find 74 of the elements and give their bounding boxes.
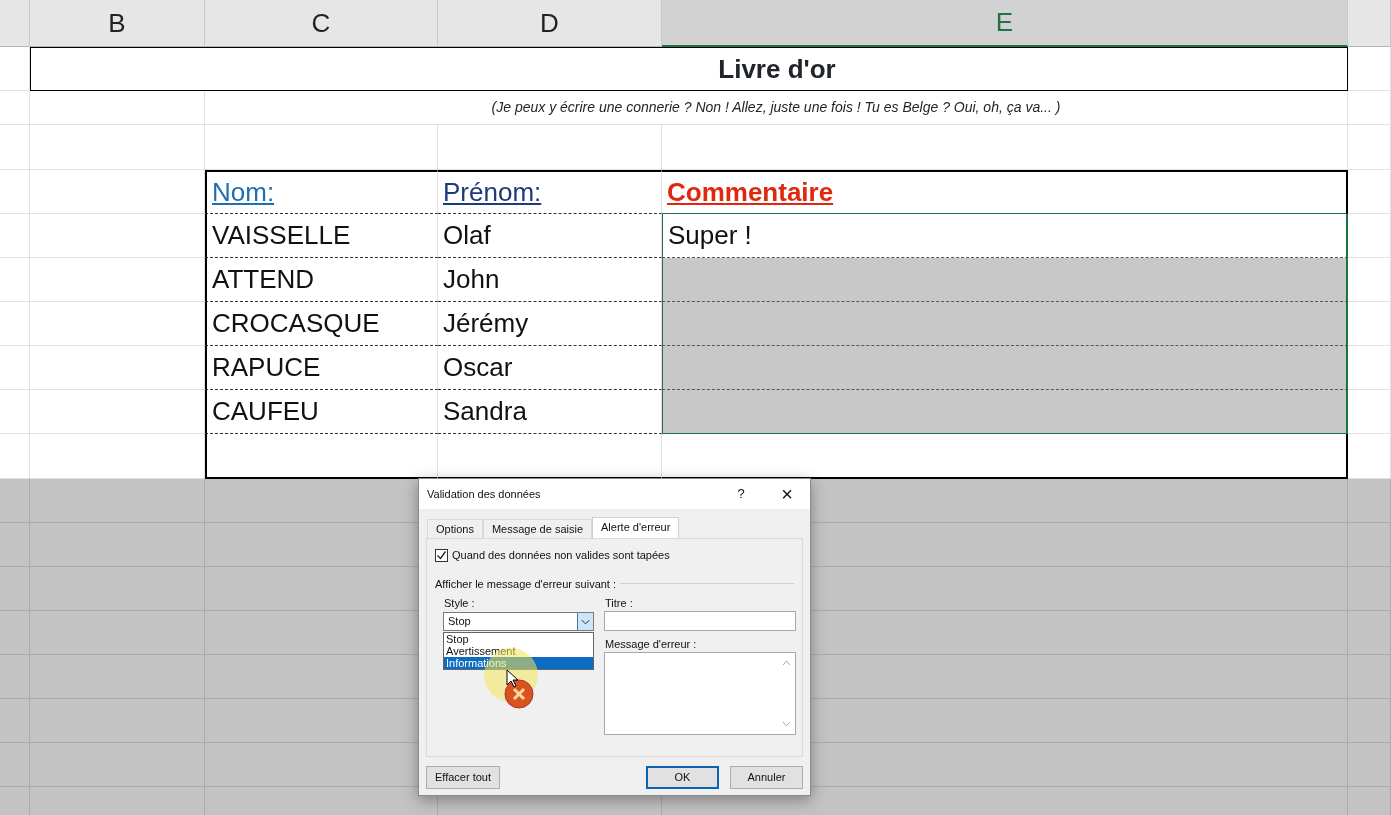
sheet-title: Livre d'or (30, 47, 1348, 91)
table-cell: Olaf (438, 214, 662, 258)
checkbox-label: Quand des données non valides sont tapées (452, 548, 670, 563)
table-cell: CAUFEU (205, 390, 438, 434)
grid-cell (1348, 47, 1391, 91)
scroll-down-icon[interactable] (782, 721, 791, 727)
grid-cell (1348, 390, 1391, 434)
title-label: Titre : (605, 596, 633, 611)
dialog-tab[interactable]: Alerte d'erreur (592, 517, 680, 538)
row-header (0, 214, 30, 258)
grid-cell (1348, 346, 1391, 390)
row-header (0, 390, 30, 434)
column-header[interactable]: D (438, 0, 662, 47)
row-header (0, 125, 30, 170)
dropdown-option[interactable]: Stop (444, 633, 593, 645)
table-cell: RAPUCE (205, 346, 438, 390)
row-header (0, 346, 30, 390)
grid-cell (1348, 567, 1391, 611)
dropdown-option[interactable]: Informations (444, 657, 593, 669)
dialog-button[interactable]: Annuler (730, 766, 803, 789)
column-heading: Prénom: (438, 170, 662, 214)
dialog-tab[interactable]: Message de saisie (482, 519, 593, 538)
grid-cell (1348, 214, 1391, 258)
grid-cell (1348, 655, 1391, 699)
row-header (0, 479, 30, 523)
row-header (0, 434, 30, 479)
grid-cell (1348, 258, 1391, 302)
dialog-button[interactable]: OK (646, 766, 719, 789)
column-heading: Commentaire (662, 170, 1348, 214)
row-header (0, 258, 30, 302)
column-header (1348, 0, 1391, 47)
row-header (0, 567, 30, 611)
column-header[interactable]: C (205, 0, 438, 47)
row-header (0, 302, 30, 346)
title-field[interactable] (604, 611, 796, 631)
dropdown-option[interactable]: Avertissement (444, 645, 593, 657)
row-header (0, 699, 30, 743)
column-heading: Nom: (205, 170, 438, 214)
row-header (0, 655, 30, 699)
style-dropdown[interactable]: Stop (443, 612, 594, 631)
table-cell: CROCASQUE (205, 302, 438, 346)
table-cell: VAISSELLE (205, 214, 438, 258)
section-label: Afficher le message d'erreur suivant : (435, 576, 617, 592)
grid-cell (1348, 523, 1391, 567)
dialog-tab[interactable]: Options (427, 519, 483, 538)
dialog-title: Validation des données (427, 486, 542, 502)
chevron-down-icon[interactable] (577, 613, 593, 630)
column-header[interactable]: E (662, 0, 1348, 47)
row-header (0, 523, 30, 567)
grid-cell (1348, 91, 1391, 125)
scroll-up-icon[interactable] (782, 660, 791, 666)
row-header (0, 47, 30, 91)
column-header[interactable]: B (30, 0, 205, 47)
row-header (0, 611, 30, 655)
row-header (0, 170, 30, 214)
grid-cell (1348, 699, 1391, 743)
message-field[interactable] (604, 652, 796, 735)
style-label: Style : (444, 596, 475, 611)
grid-cell (1348, 611, 1391, 655)
grid-cell (1348, 170, 1391, 214)
subtitle-text: (Je peux y écrire une connerie ? Non ! Allez, juste une fois ! Tu es Belge ? Oui, oh, ça va... ) (205, 91, 1348, 125)
grid-cell (1348, 302, 1391, 346)
select-all-corner (0, 0, 30, 47)
checkbox[interactable] (435, 548, 448, 562)
close-button[interactable]: × (764, 479, 810, 509)
grid-cell (1348, 743, 1391, 787)
error-icon (504, 679, 534, 709)
grid-cell (1348, 125, 1391, 170)
dialog-button[interactable]: Effacer tout (426, 766, 500, 789)
row-header (0, 91, 30, 125)
message-label: Message d'erreur : (605, 637, 697, 652)
help-button[interactable]: ? (718, 484, 764, 504)
table-cell: ATTEND (205, 258, 438, 302)
grid-cell (1348, 479, 1391, 523)
